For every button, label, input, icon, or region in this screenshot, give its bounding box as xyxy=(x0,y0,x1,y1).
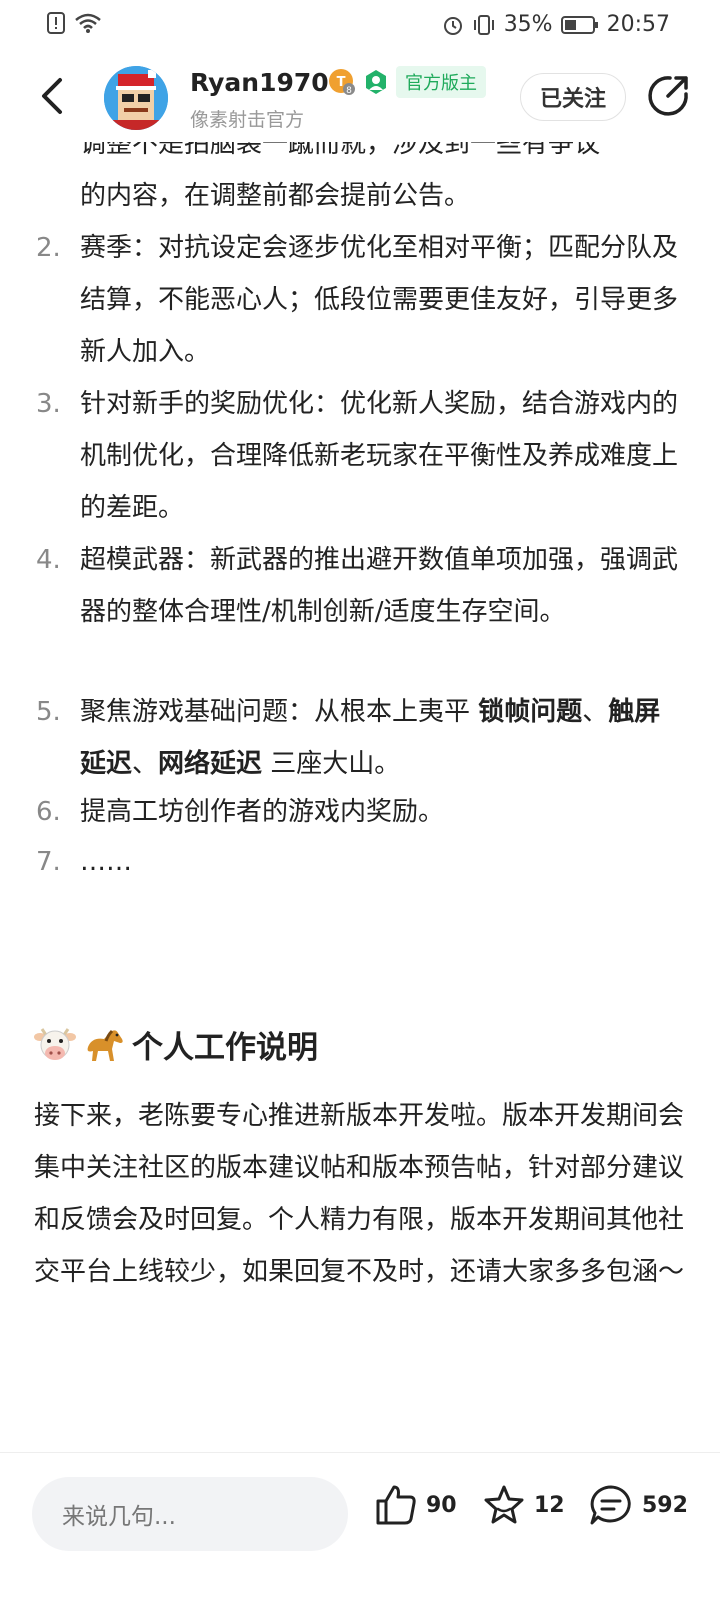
list-text: 聚焦游戏基础问题：从根本上夷平 锁帧问题、触屏延迟、网络延迟 三座大山。 xyxy=(80,686,680,790)
top-app-bar: Ryan1970 T 8 官方版主 像素射击官方 已关注 xyxy=(0,50,720,142)
follow-button[interactable]: 已关注 xyxy=(520,73,626,121)
username[interactable]: Ryan1970 xyxy=(190,68,329,97)
bold-frame-lock: 锁帧问题 xyxy=(478,697,583,727)
comments-button[interactable]: 592 xyxy=(588,1483,688,1527)
verified-icon xyxy=(366,70,386,94)
favorite-button[interactable]: 12 xyxy=(482,1483,565,1527)
like-button[interactable]: 90 xyxy=(374,1483,457,1527)
list-number: 4. xyxy=(36,545,61,575)
user-badges: T 8 官方版主 xyxy=(328,66,486,98)
item-1-tail: 的内容，在调整前都会提前公告。 xyxy=(80,181,471,211)
bottom-action-bar: 来说几句... 90 12 592 xyxy=(0,1452,720,1601)
status-right: 35% 20:57 xyxy=(442,12,670,37)
comment-input[interactable]: 来说几句... xyxy=(32,1477,348,1551)
list-text: 针对新手的奖励优化：优化新人奖励，结合游戏内的机制优化，合理降低新老玩家在平衡性… xyxy=(80,389,679,523)
avatar-image xyxy=(104,66,168,130)
star-icon xyxy=(484,1485,524,1524)
list-number: 7. xyxy=(36,847,61,877)
status-left xyxy=(46,12,102,34)
level-number: 8 xyxy=(346,86,352,96)
alarm-icon xyxy=(443,16,462,35)
comment-bubble-icon xyxy=(590,1485,631,1525)
status-bar: 35% 20:57 xyxy=(0,0,720,50)
vibrate-icon xyxy=(473,14,494,35)
separator: 、 xyxy=(582,697,609,727)
back-icon[interactable] xyxy=(34,74,74,118)
level-badge-icon: T 8 xyxy=(329,69,355,96)
comment-count: 592 xyxy=(642,1492,688,1518)
section-title: 个人工作说明 xyxy=(132,1030,318,1066)
list-text: 超模武器：新武器的推出避开数值单项加强，强调武器的整体合理性/机制创新/适度生存… xyxy=(80,545,679,627)
horse-icon xyxy=(87,1029,123,1061)
battery-percent: 35% xyxy=(503,12,553,37)
bold-network-delay: 网络延迟 xyxy=(158,749,263,779)
wifi-icon xyxy=(75,13,101,33)
list-number: 3. xyxy=(36,389,61,419)
text-part: 聚焦游戏基础问题：从根本上夷平 xyxy=(80,697,479,727)
cow-icon xyxy=(34,1027,76,1060)
avatar[interactable] xyxy=(104,66,168,130)
list-number: 6. xyxy=(36,797,61,827)
admin-tag: 官方版主 xyxy=(396,66,486,98)
user-subtitle: 像素射击官方 xyxy=(190,109,305,131)
list-text: …… xyxy=(80,847,132,877)
section-paragraph: 接下来，老陈要专心推进新版本开发啦。版本开发期间会集中关注社区的版本建议帖和版本… xyxy=(34,1101,685,1287)
separator: 、 xyxy=(132,749,159,779)
list-number: 2. xyxy=(36,233,61,263)
alert-icon xyxy=(47,12,65,34)
section-heading: 个人工作说明 xyxy=(34,1022,318,1067)
list-number: 5. xyxy=(36,697,61,727)
list-text: 提高工坊创作者的游戏内奖励。 xyxy=(80,797,445,827)
clock: 20:57 xyxy=(606,12,670,37)
like-count: 90 xyxy=(426,1492,457,1518)
text-part: 三座大山。 xyxy=(262,749,401,779)
list-text: 赛季：对抗设定会逐步优化至相对平衡；匹配分队及结算，不能恶心人；低段位需要更佳友… xyxy=(80,233,679,367)
favorite-count: 12 xyxy=(534,1492,565,1518)
share-icon[interactable] xyxy=(646,74,690,118)
battery-icon xyxy=(560,15,598,34)
thumbs-up-icon xyxy=(376,1485,416,1525)
